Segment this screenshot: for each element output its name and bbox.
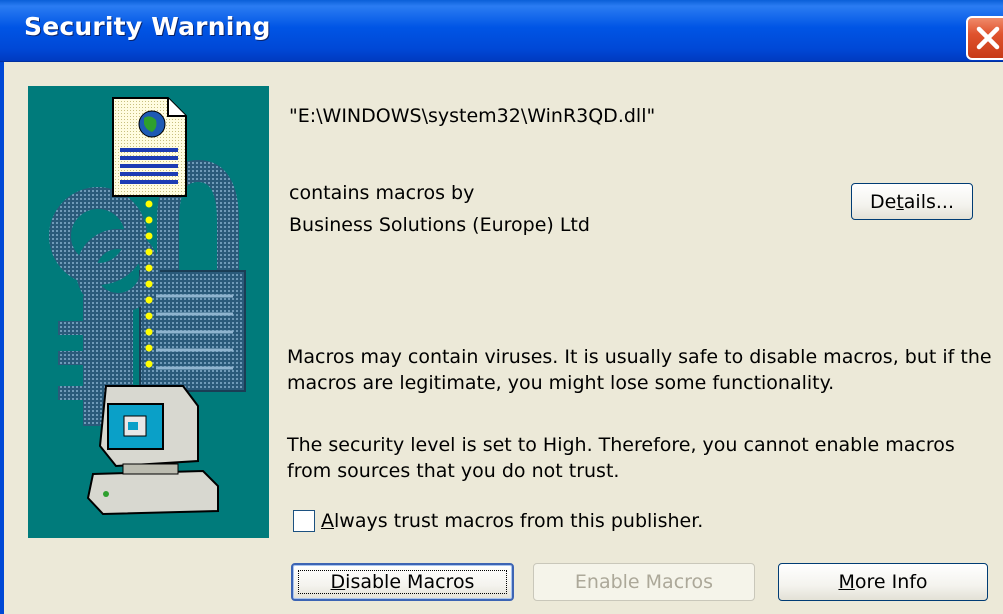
warning-line-1: Macros may contain viruses. It is usuall… bbox=[287, 346, 992, 368]
more-info-label: More Info bbox=[838, 571, 928, 593]
trust-publisher-label[interactable]: Always trust macros from this publisher. bbox=[321, 507, 703, 535]
details-button-label: Details... bbox=[870, 190, 954, 213]
title-bar[interactable]: Security Warning bbox=[0, 0, 1003, 62]
publisher-name: Business Solutions (Europe) Ltd bbox=[289, 214, 590, 236]
trust-publisher-checkbox[interactable] bbox=[293, 510, 315, 532]
window-frame bbox=[0, 62, 4, 614]
enable-macros-button[interactable]: Enable Macros bbox=[533, 563, 755, 601]
document-globe-icon bbox=[112, 97, 187, 197]
computer-icon bbox=[86, 385, 219, 516]
close-button[interactable] bbox=[966, 16, 1003, 60]
enable-macros-label: Enable Macros bbox=[574, 571, 714, 593]
file-path-text: "E:\WINDOWS\system32\WinR3QD.dll" bbox=[289, 105, 656, 127]
security-line-1: The security level is set to High. There… bbox=[287, 434, 955, 456]
warning-line-2: macros are legitimate, you might lose so… bbox=[287, 372, 835, 394]
details-button[interactable]: Details... bbox=[851, 183, 973, 220]
focus-rect bbox=[298, 570, 507, 594]
contains-macros-text: contains macros by bbox=[289, 182, 475, 204]
window-title: Security Warning bbox=[24, 12, 271, 41]
close-icon bbox=[976, 26, 1000, 50]
illustration-graphic bbox=[49, 97, 246, 516]
security-illustration bbox=[28, 86, 269, 538]
more-info-button[interactable]: More Info bbox=[778, 563, 988, 601]
security-line-2: from sources that you do not trust. bbox=[287, 460, 620, 482]
disable-macros-button[interactable]: Disable Macros bbox=[291, 563, 514, 601]
